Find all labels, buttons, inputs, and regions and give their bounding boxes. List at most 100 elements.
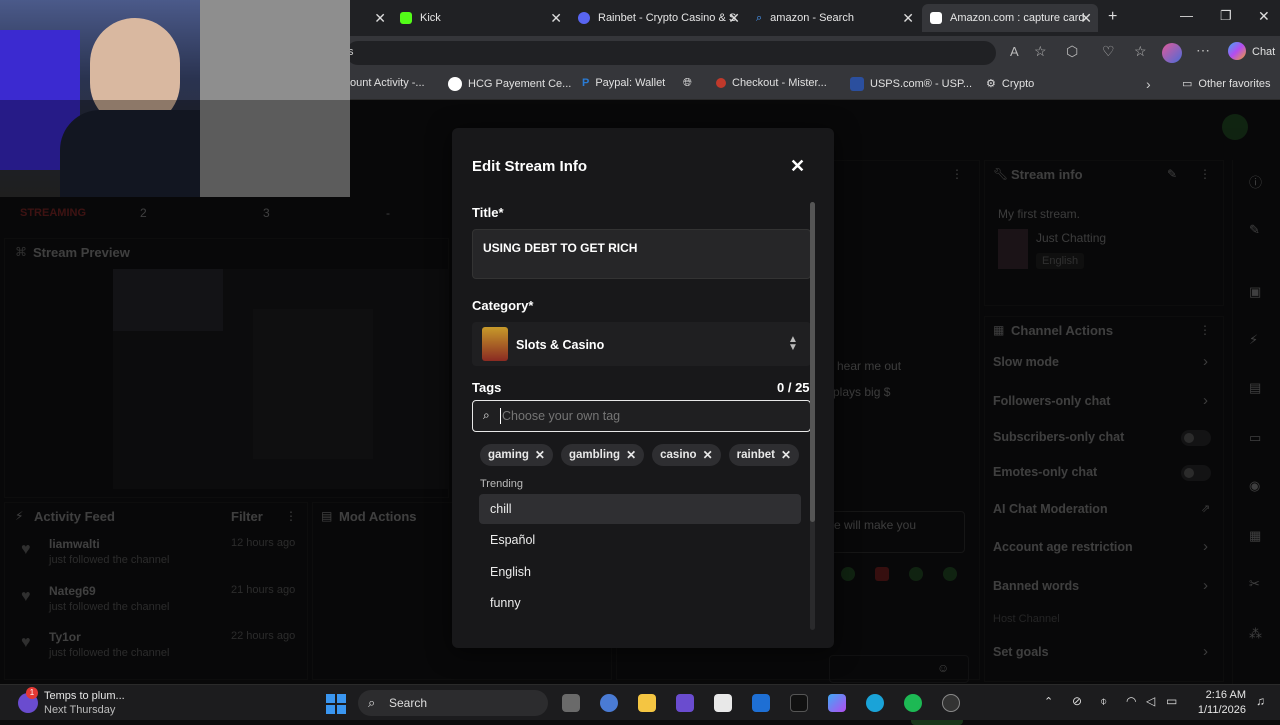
tab-previous[interactable]: ✕: [352, 4, 392, 32]
copilot-icon[interactable]: [1228, 42, 1246, 60]
remove-tag-icon[interactable]: ✕: [703, 448, 713, 462]
more-menu-icon[interactable]: ⋯: [1196, 42, 1210, 59]
bookmark-hcg[interactable]: HCG Payement Ce...: [448, 77, 571, 91]
file-explorer-icon[interactable]: [638, 694, 656, 712]
taskbar-search[interactable]: ⌕ Search: [358, 690, 548, 716]
bookmark-checkout[interactable]: Checkout - Mister...: [716, 77, 827, 89]
category-value: Slots & Casino: [516, 338, 605, 352]
tag-input-field[interactable]: [502, 407, 792, 425]
close-window-icon[interactable]: ✕: [1258, 8, 1270, 25]
browser-essentials-icon[interactable]: ♡: [1102, 43, 1115, 60]
copilot-icon[interactable]: [828, 694, 846, 712]
tiktok-icon[interactable]: [790, 694, 808, 712]
bookmarks-overflow-chevron-icon[interactable]: ›: [1146, 76, 1151, 92]
spotify-icon[interactable]: [904, 694, 922, 712]
globe-icon: 🌐︎: [683, 77, 692, 89]
favorites-icon[interactable]: ☆: [1134, 43, 1147, 60]
tab-kick[interactable]: Kick ✕: [392, 4, 568, 32]
volume-icon[interactable]: ◁: [1146, 694, 1155, 708]
bookmark-crypto[interactable]: ⚙ Crypto: [986, 77, 1034, 91]
bookmark-label: ount Activity -...: [350, 77, 425, 89]
close-modal-icon[interactable]: ✕: [790, 156, 805, 177]
store-icon[interactable]: [714, 694, 732, 712]
tab-label: Rainbet - Crypto Casino & S: [598, 12, 737, 24]
read-aloud-icon[interactable]: A: [1010, 44, 1019, 59]
copilot-label[interactable]: Chat: [1252, 46, 1275, 58]
remove-tag-icon[interactable]: ✕: [626, 448, 636, 462]
tag-chip-label: casino: [660, 449, 697, 461]
close-tab-icon[interactable]: ✕: [728, 10, 740, 27]
bookmark-paypal[interactable]: P Paypal: Wallet: [582, 77, 665, 89]
profile-avatar[interactable]: [1162, 43, 1182, 63]
title-input-value: USING DEBT TO GET RICH: [483, 241, 638, 255]
category-label: Category*: [472, 298, 534, 313]
tag-chip-label: gaming: [488, 449, 529, 461]
edge-icon[interactable]: [866, 694, 884, 712]
slot-machine-icon: [482, 327, 508, 361]
new-tab-icon[interactable]: +: [1108, 8, 1117, 26]
trending-option[interactable]: chill: [479, 494, 801, 524]
bookmark-usps[interactable]: USPS.com® - USP...: [850, 77, 972, 91]
text-cursor: [500, 408, 501, 424]
tag-chip: gaming ✕: [480, 444, 553, 466]
weather-title[interactable]: Temps to plum...: [44, 690, 125, 702]
tray-icon[interactable]: ⊘: [1072, 694, 1082, 708]
trending-label: Trending: [480, 478, 524, 490]
close-tab-icon[interactable]: ✕: [374, 10, 386, 27]
tag-chip-label: gambling: [568, 449, 621, 461]
clock-date[interactable]: 1/11/2026: [1196, 704, 1246, 716]
trending-option[interactable]: funny: [479, 588, 801, 618]
defender-icon[interactable]: [752, 694, 770, 712]
battery-icon[interactable]: ▭: [1166, 694, 1177, 708]
title-label: Title*: [472, 205, 504, 220]
close-tab-icon[interactable]: ✕: [1080, 10, 1092, 27]
tab-label: amazon - Search: [770, 12, 854, 24]
maximize-icon[interactable]: ❐: [1220, 8, 1232, 24]
remove-tag-icon[interactable]: ✕: [535, 448, 545, 462]
clock-time[interactable]: 2:16 AM: [1200, 689, 1246, 701]
taskbar-search-label: Search: [389, 696, 428, 710]
extensions-icon[interactable]: ⬡: [1066, 43, 1078, 60]
chatgpt-icon[interactable]: [942, 694, 960, 712]
bookmark-label: USPS.com® - USP...: [870, 78, 973, 90]
trending-option[interactable]: English: [479, 557, 801, 587]
close-tab-icon[interactable]: ✕: [550, 10, 562, 27]
microphone-icon[interactable]: ⌽: [1100, 694, 1107, 709]
wifi-icon[interactable]: ◠: [1126, 694, 1136, 708]
bookmark-label: Checkout - Mister...: [732, 77, 827, 89]
task-view-icon[interactable]: [562, 694, 580, 712]
notification-badge: 1: [26, 687, 38, 699]
windows-taskbar: 1 Temps to plum... Next Thursday ⌕ Searc…: [0, 684, 1280, 720]
bookmark-globe[interactable]: 🌐︎: [683, 77, 692, 90]
bookmark-account-activity[interactable]: ount Activity -...: [350, 77, 425, 89]
tab-amazon-search[interactable]: ⌕ amazon - Search ✕: [748, 4, 920, 32]
minimize-icon[interactable]: —: [1180, 8, 1193, 23]
crypto-icon: ⚙: [986, 78, 996, 90]
close-tab-icon[interactable]: ✕: [902, 10, 914, 27]
tag-search-input[interactable]: ⌕: [472, 400, 811, 432]
favorite-star-icon[interactable]: ☆: [1034, 43, 1047, 60]
other-favorites[interactable]: ▭ Other favorites: [1182, 77, 1271, 91]
title-input[interactable]: USING DEBT TO GET RICH: [472, 229, 811, 279]
teams-icon[interactable]: [676, 694, 694, 712]
notifications-bell-icon[interactable]: ♫: [1256, 694, 1265, 708]
bookmark-label: HCG Payement Ce...: [468, 78, 572, 90]
remove-tag-icon[interactable]: ✕: [781, 448, 791, 462]
tags-label: Tags: [472, 380, 502, 395]
category-select[interactable]: Slots & Casino ▲ ▼: [472, 322, 811, 366]
search-icon: ⌕: [756, 11, 763, 24]
tab-rainbet[interactable]: Rainbet - Crypto Casino & S ✕: [570, 4, 746, 32]
windows-start-icon[interactable]: [326, 694, 346, 714]
trending-option[interactable]: Español: [479, 525, 801, 555]
modal-scrollbar-thumb[interactable]: [810, 202, 815, 522]
app-icon[interactable]: [600, 694, 618, 712]
tab-amazon-capture-card[interactable]: Amazon.com : capture card ✕: [922, 4, 1098, 32]
modal-scrollbar[interactable]: [810, 202, 815, 630]
address-bar[interactable]: s: [346, 41, 996, 65]
bookmark-label: Other favorites: [1198, 77, 1271, 90]
tray-overflow-chevron-icon[interactable]: ⌃: [1044, 695, 1053, 708]
tag-chip-label: rainbet: [736, 449, 775, 461]
tag-chip: gambling ✕: [560, 444, 645, 466]
select-arrows-icon: ▲ ▼: [788, 334, 798, 353]
modal-title: Edit Stream Info: [472, 158, 588, 175]
